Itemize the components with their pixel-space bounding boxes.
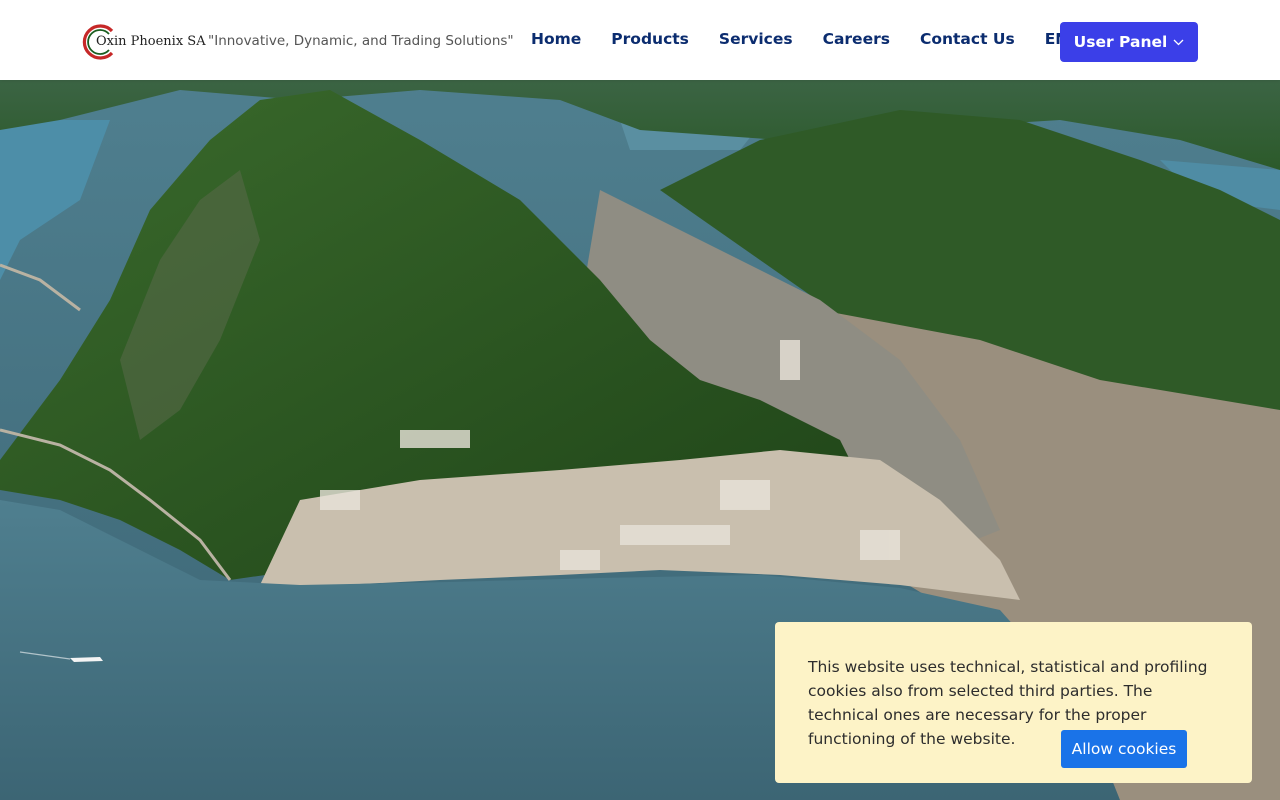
- user-panel-button[interactable]: User Panel: [1060, 22, 1198, 62]
- brand-tagline: "Innovative, Dynamic, and Trading Soluti…: [208, 33, 514, 49]
- nav-products[interactable]: Products: [611, 30, 689, 48]
- main-nav: Home Products Services Careers Contact U…: [531, 30, 1085, 48]
- brand-logo[interactable]: Oxin Phoenix SA: [82, 22, 206, 62]
- nav-contact-us[interactable]: Contact Us: [920, 30, 1015, 48]
- cookie-banner: This website uses technical, statistical…: [775, 622, 1252, 783]
- brand-name: Oxin Phoenix SA: [96, 34, 206, 49]
- nav-services[interactable]: Services: [719, 30, 793, 48]
- site-header: Oxin Phoenix SA "Innovative, Dynamic, an…: [0, 0, 1280, 80]
- allow-cookies-button[interactable]: Allow cookies: [1061, 730, 1187, 768]
- user-panel-label: User Panel: [1073, 33, 1168, 51]
- nav-home[interactable]: Home: [531, 30, 581, 48]
- nav-careers[interactable]: Careers: [823, 30, 890, 48]
- chevron-down-icon: [1173, 39, 1184, 46]
